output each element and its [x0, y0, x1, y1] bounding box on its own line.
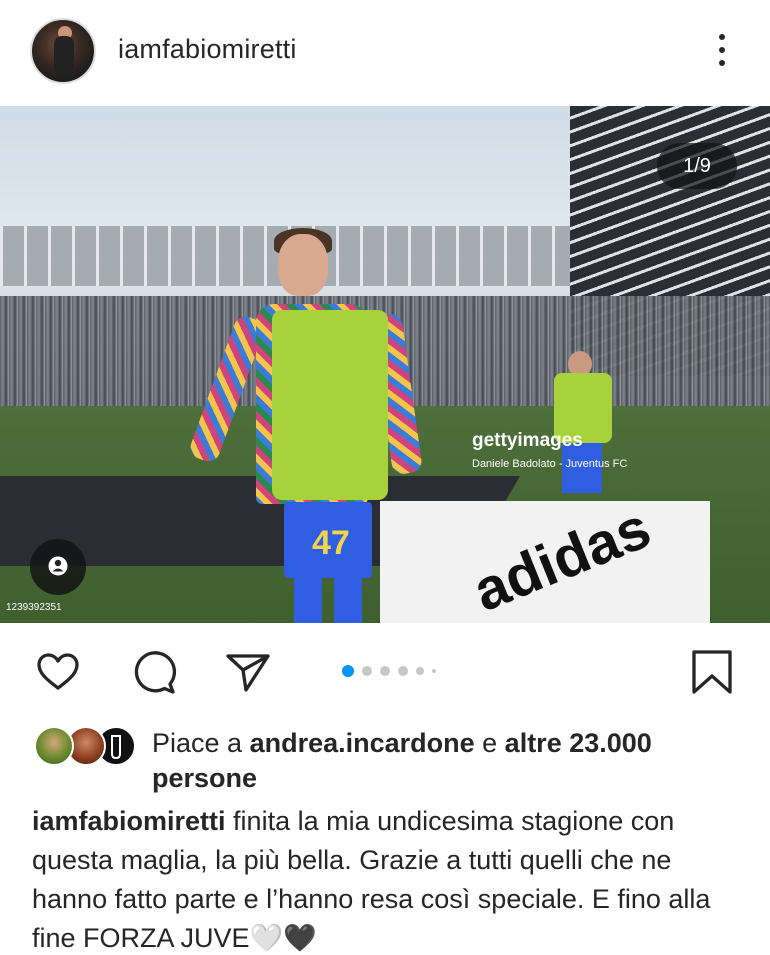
comment-icon[interactable] — [130, 648, 178, 696]
post-caption: iamfabiomiretti finita la mia undicesima… — [32, 802, 752, 955]
profile-avatar[interactable] — [30, 18, 96, 84]
jersey-number: 47 — [312, 524, 350, 562]
send-icon[interactable] — [224, 648, 272, 696]
likes-suffix[interactable]: persone — [152, 763, 257, 793]
heart-icon[interactable] — [34, 648, 82, 696]
person-tag-icon[interactable] — [30, 539, 86, 595]
likes-text[interactable]: Piace a andrea.incardone e altre 23.000 p… — [152, 726, 742, 796]
post-photo[interactable]: adidas 47 gettyimages Daniele Badolato -… — [0, 106, 770, 623]
carousel-dot — [416, 667, 424, 675]
bookmark-icon[interactable] — [688, 648, 736, 696]
liker-avatar[interactable] — [34, 726, 74, 766]
avatar-figure — [54, 36, 74, 76]
photo-id: 1239392351 — [6, 602, 62, 613]
liker-username[interactable]: andrea.incardone — [250, 728, 475, 758]
getty-watermark: gettyimages — [472, 430, 583, 451]
likes-prefix: Piace a — [152, 728, 250, 758]
black-heart-emoji: 🖤 — [283, 923, 317, 953]
carousel-dot — [380, 666, 390, 676]
carousel-counter: 1/9 — [657, 143, 737, 189]
carousel-dot — [398, 666, 408, 676]
likes-middle: e — [474, 728, 505, 758]
photo-credit: Daniele Badolato - Juventus FC — [472, 458, 628, 470]
likes-others[interactable]: altre 23.000 — [505, 728, 652, 758]
more-options-icon[interactable] — [712, 30, 732, 70]
carousel-dot-active — [342, 665, 354, 677]
carousel-dot — [362, 666, 372, 676]
post-header: iamfabiomiretti — [0, 0, 770, 104]
main-player: 47 — [187, 228, 423, 623]
likes-row: Piace a andrea.incardone e altre 23.000 p… — [0, 718, 770, 798]
white-heart-emoji: 🤍 — [249, 923, 284, 954]
caption-author[interactable]: iamfabiomiretti — [32, 806, 226, 836]
carousel-dot — [432, 669, 436, 673]
post-username[interactable]: iamfabiomiretti — [118, 34, 297, 65]
